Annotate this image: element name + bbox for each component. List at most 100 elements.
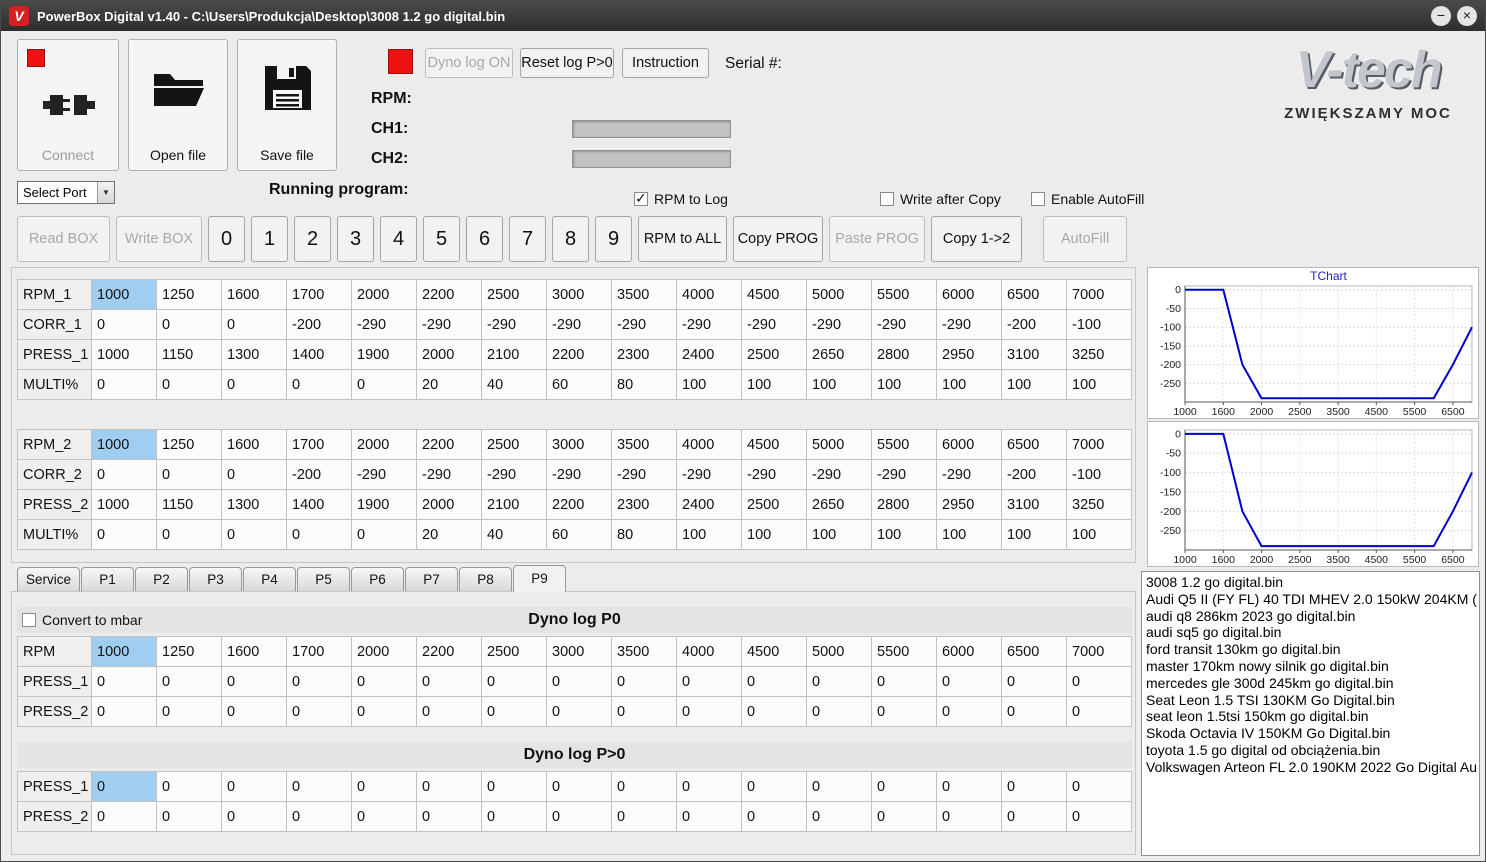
- table-cell[interactable]: -200: [286, 459, 352, 490]
- table-cell[interactable]: 100: [936, 369, 1002, 400]
- minimize-button[interactable]: −: [1431, 6, 1451, 26]
- table-cell[interactable]: 3000: [546, 429, 612, 460]
- tab-p9[interactable]: P9: [513, 565, 566, 592]
- tab-p8[interactable]: P8: [459, 567, 512, 591]
- table-cell[interactable]: -290: [741, 459, 807, 490]
- table-cell[interactable]: 100: [806, 519, 872, 550]
- table-cell[interactable]: 0: [546, 801, 612, 832]
- table-cell[interactable]: 0: [416, 666, 482, 697]
- copy-1-to-2-button[interactable]: Copy 1->2: [931, 216, 1022, 262]
- table-cell[interactable]: 20: [416, 519, 482, 550]
- table-cell[interactable]: 0: [936, 771, 1002, 802]
- table-cell[interactable]: -290: [351, 309, 417, 340]
- table-cell[interactable]: 3500: [611, 429, 677, 460]
- dyno-log-on-button[interactable]: Dyno log ON: [425, 48, 513, 78]
- paste-prog-button[interactable]: Paste PROG: [829, 216, 925, 262]
- table-cell[interactable]: 80: [611, 369, 677, 400]
- digit-button-0[interactable]: 0: [208, 216, 245, 262]
- digit-button-8[interactable]: 8: [552, 216, 589, 262]
- rpm-to-log-checkbox[interactable]: RPM to Log: [634, 190, 728, 207]
- table-cell[interactable]: 0: [286, 369, 352, 400]
- table-cell[interactable]: 0: [871, 666, 937, 697]
- tab-p4[interactable]: P4: [243, 567, 296, 591]
- table-cell[interactable]: 4000: [676, 279, 742, 310]
- table-cell[interactable]: 0: [156, 666, 222, 697]
- table-cell[interactable]: 100: [1066, 369, 1132, 400]
- read-box-button[interactable]: Read BOX: [17, 216, 110, 262]
- table-cell[interactable]: -290: [546, 459, 612, 490]
- table-cell[interactable]: 0: [676, 666, 742, 697]
- table-cell[interactable]: -290: [741, 309, 807, 340]
- table-cell[interactable]: 0: [416, 696, 482, 727]
- table-cell[interactable]: 0: [741, 801, 807, 832]
- table-cell[interactable]: 2200: [546, 489, 612, 520]
- table-cell[interactable]: 2200: [416, 429, 482, 460]
- table-cell[interactable]: 0: [481, 666, 547, 697]
- digit-button-1[interactable]: 1: [251, 216, 288, 262]
- table-cell[interactable]: 100: [1066, 519, 1132, 550]
- table-cell[interactable]: -200: [1001, 459, 1067, 490]
- table-cell[interactable]: 0: [936, 696, 1002, 727]
- table-cell[interactable]: 100: [1001, 369, 1067, 400]
- table-cell[interactable]: 100: [806, 369, 872, 400]
- file-list-item[interactable]: Audi Q5 II (FY FL) 40 TDI MHEV 2.0 150kW…: [1146, 591, 1477, 608]
- table-cell[interactable]: 40: [481, 519, 547, 550]
- table-cell[interactable]: 0: [611, 771, 677, 802]
- table-cell[interactable]: 1700: [286, 636, 352, 667]
- table-cell[interactable]: 0: [351, 696, 417, 727]
- table-cell[interactable]: 0: [871, 771, 937, 802]
- file-list-item[interactable]: audi sq5 go digital.bin: [1146, 624, 1475, 641]
- table-cell[interactable]: 40: [481, 369, 547, 400]
- table-cell[interactable]: 0: [611, 696, 677, 727]
- table-cell[interactable]: 0: [806, 801, 872, 832]
- table-cell[interactable]: 3250: [1066, 339, 1132, 370]
- table-cell[interactable]: 4000: [676, 429, 742, 460]
- table-cell[interactable]: 3250: [1066, 489, 1132, 520]
- table-cell[interactable]: -290: [676, 459, 742, 490]
- table-cell[interactable]: 5500: [871, 429, 937, 460]
- table-cell[interactable]: 0: [741, 666, 807, 697]
- table-cell[interactable]: 5000: [806, 279, 872, 310]
- save-file-button[interactable]: Save file: [237, 39, 337, 171]
- table-cell[interactable]: 2500: [481, 279, 547, 310]
- table-cell[interactable]: 6500: [1001, 279, 1067, 310]
- table-cell[interactable]: 100: [741, 369, 807, 400]
- table-cell[interactable]: -100: [1066, 309, 1132, 340]
- digit-button-4[interactable]: 4: [380, 216, 417, 262]
- table-cell[interactable]: 0: [221, 771, 287, 802]
- table-cell[interactable]: 0: [481, 771, 547, 802]
- file-list-item[interactable]: 3008 1.2 go digital.bin: [1146, 574, 1475, 591]
- table-cell[interactable]: 3100: [1001, 339, 1067, 370]
- table-cell[interactable]: 2000: [351, 636, 417, 667]
- table-cell[interactable]: 0: [546, 771, 612, 802]
- table-cell[interactable]: -290: [936, 309, 1002, 340]
- table-cell[interactable]: 3500: [611, 279, 677, 310]
- table-cell[interactable]: 2650: [806, 339, 872, 370]
- table-cell[interactable]: 0: [221, 519, 287, 550]
- tab-p7[interactable]: P7: [405, 567, 458, 591]
- table-cell[interactable]: -290: [611, 459, 677, 490]
- digit-button-2[interactable]: 2: [294, 216, 331, 262]
- table-cell[interactable]: 0: [936, 801, 1002, 832]
- table-cell[interactable]: 0: [221, 801, 287, 832]
- table-cell[interactable]: 0: [221, 309, 287, 340]
- table-cell[interactable]: 0: [286, 666, 352, 697]
- table-cell[interactable]: 60: [546, 369, 612, 400]
- table-cell[interactable]: 0: [871, 801, 937, 832]
- table-cell[interactable]: 1300: [221, 339, 287, 370]
- table-cell[interactable]: 0: [91, 666, 157, 697]
- table-cell[interactable]: 2300: [611, 339, 677, 370]
- table-cell[interactable]: 2500: [481, 429, 547, 460]
- file-list-item[interactable]: Seat Leon 1.5 TSI 130KM Go Digital.bin: [1146, 692, 1475, 709]
- table-cell[interactable]: -290: [416, 309, 482, 340]
- table-cell[interactable]: 1250: [156, 636, 222, 667]
- table-cell[interactable]: 0: [156, 801, 222, 832]
- table-cell[interactable]: -290: [611, 309, 677, 340]
- table-cell[interactable]: 2000: [416, 489, 482, 520]
- table-cell[interactable]: -290: [416, 459, 482, 490]
- rpm-to-all-button[interactable]: RPM to ALL: [638, 216, 727, 262]
- connect-button[interactable]: Connect: [17, 39, 119, 171]
- convert-to-mbar-checkbox[interactable]: Convert to mbar: [22, 612, 142, 628]
- table-cell[interactable]: 1400: [286, 489, 352, 520]
- table-cell[interactable]: -200: [1001, 309, 1067, 340]
